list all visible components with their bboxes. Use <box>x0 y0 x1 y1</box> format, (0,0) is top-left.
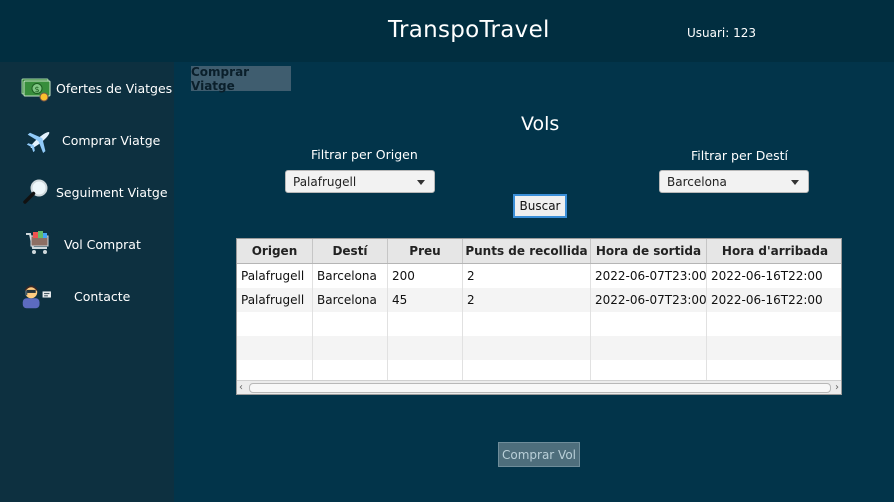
user-label: Usuari: <box>687 26 730 40</box>
scrollbar-thumb[interactable] <box>249 383 831 393</box>
table-row[interactable]: Palafrugell Barcelona 200 2 2022-06-07T2… <box>237 264 841 288</box>
sidebar-item-label: Ofertes de Viatges <box>56 80 173 96</box>
table-row[interactable]: Palafrugell Barcelona 45 2 2022-06-07T23… <box>237 288 841 312</box>
sidebar-item-comprar-viatge[interactable]: Comprar Viatge <box>0 120 174 160</box>
contact-person-icon <box>22 280 54 312</box>
empty-table-row <box>237 336 841 360</box>
table-cell: 45 <box>388 288 463 312</box>
table-header: Origen Destí Preu Punts de recollida Hor… <box>237 239 841 264</box>
filter-destination-label: Filtrar per Destí <box>691 148 788 163</box>
header-bar: TranspoTravel Usuari: 123 <box>0 0 894 62</box>
magnifier-icon <box>20 176 52 208</box>
column-header[interactable]: Destí <box>313 239 388 263</box>
column-header[interactable]: Preu <box>388 239 463 263</box>
search-button[interactable]: Buscar <box>513 194 567 218</box>
column-header[interactable]: Punts de recollida <box>463 239 591 263</box>
sidebar-item-label: Comprar Viatge <box>62 132 161 148</box>
scroll-right-icon[interactable]: › <box>835 381 839 394</box>
column-header[interactable]: Origen <box>237 239 313 263</box>
table-cell: 2022-06-07T23:00 <box>591 264 707 288</box>
table-cell: 2 <box>463 288 591 312</box>
tab-comprar-viatge[interactable]: Comprar Viatge <box>191 65 291 93</box>
scroll-left-icon[interactable]: ‹ <box>239 381 243 394</box>
table-cell: 200 <box>388 264 463 288</box>
sidebar-item-contacte[interactable]: Contacte <box>0 276 174 316</box>
buy-flight-button[interactable]: Comprar Vol <box>498 442 580 467</box>
sidebar-item-seguiment-viatge[interactable]: Seguiment Viatge <box>0 172 174 212</box>
filter-origin-label: Filtrar per Origen <box>311 147 418 162</box>
user-id: 123 <box>733 26 757 40</box>
column-header[interactable]: Hora d'arribada <box>707 239 841 263</box>
table-cell: 2022-06-16T22:00 <box>711 269 823 283</box>
horizontal-scrollbar[interactable]: ‹ › <box>237 380 841 394</box>
flights-table: Origen Destí Preu Punts de recollida Hor… <box>236 238 842 395</box>
section-title: Vols <box>521 113 560 135</box>
table-cell: 2022-06-16T22:00 <box>711 293 823 307</box>
table-cell: 2022-06-07T23:00 <box>591 288 707 312</box>
column-header[interactable]: Hora de sortida <box>591 239 707 263</box>
table-cell: Palafrugell <box>237 264 313 288</box>
money-icon: $ <box>20 72 52 104</box>
destination-select-value: Barcelona <box>667 174 727 189</box>
user-info: Usuari: 123 <box>687 26 756 40</box>
chevron-down-icon <box>791 180 799 185</box>
table-cell: Palafrugell <box>237 288 313 312</box>
airplane-icon <box>24 124 56 156</box>
sidebar-item-label: Contacte <box>74 288 131 304</box>
table-cell: Barcelona <box>313 264 388 288</box>
sidebar: $ Ofertes de Viatges Comprar Viatge Segu… <box>0 62 174 502</box>
chevron-down-icon <box>417 180 425 185</box>
origin-select[interactable]: Palafrugell <box>285 170 435 193</box>
table-cell: 2 <box>463 264 591 288</box>
sidebar-item-label: Seguiment Viatge <box>56 184 168 200</box>
destination-select[interactable]: Barcelona <box>659 170 809 193</box>
shopping-cart-icon <box>22 228 54 260</box>
origin-select-value: Palafrugell <box>293 174 357 189</box>
empty-table-row <box>237 312 841 336</box>
app-title: TranspoTravel <box>388 17 550 43</box>
svg-text:$: $ <box>34 85 39 94</box>
main-panel: Comprar Viatge Vols Filtrar per Origen P… <box>174 62 894 502</box>
empty-table-row <box>237 360 841 384</box>
sidebar-item-ofertes-de-viatges[interactable]: $ Ofertes de Viatges <box>0 68 174 108</box>
table-cell: Barcelona <box>313 288 388 312</box>
sidebar-item-vol-comprat[interactable]: Vol Comprat <box>0 224 174 264</box>
sidebar-item-label: Vol Comprat <box>64 236 141 252</box>
